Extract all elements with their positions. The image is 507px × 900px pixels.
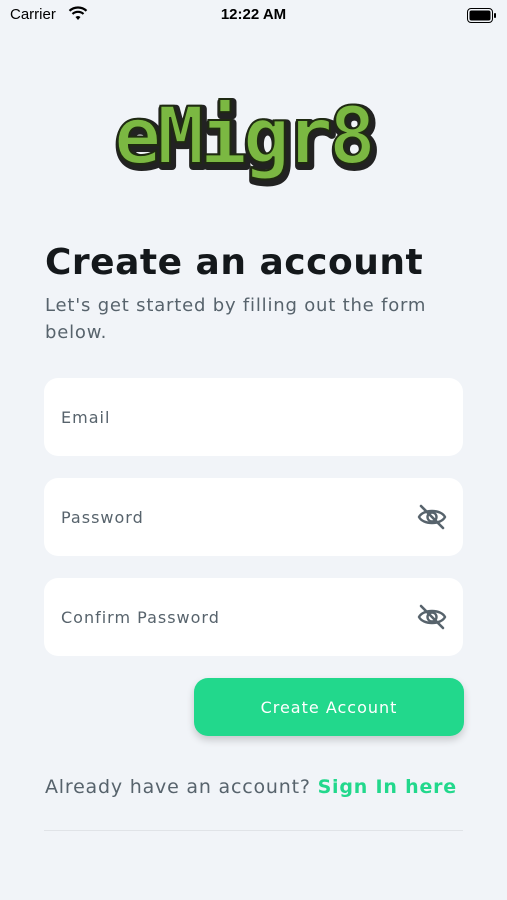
logo-wordmark-fill: eMigr8 [114, 92, 372, 182]
divider [44, 830, 463, 831]
app-logo: eMigr8 eMigr8 [95, 88, 395, 189]
page-title: Create an account [45, 242, 424, 283]
password-visibility-toggle-icon[interactable] [417, 503, 447, 531]
signin-prompt-row: Already have an account? Sign In here [45, 776, 485, 798]
page-subtitle: Let's get started by filling out the for… [45, 295, 427, 343]
confirm-password-visibility-toggle-icon[interactable] [417, 603, 447, 631]
create-account-button[interactable]: Create Account [194, 678, 464, 736]
email-input[interactable] [61, 378, 401, 456]
status-bar: Carrier 12:22 AM [0, 0, 507, 30]
clock: 12:22 AM [220, 6, 287, 23]
signin-prompt-text: Already have an account? [45, 776, 311, 798]
password-input[interactable] [61, 478, 401, 556]
email-field-container [44, 378, 463, 456]
confirm-password-field-container [44, 578, 463, 656]
battery-icon [467, 8, 497, 27]
confirm-password-input[interactable] [61, 578, 401, 656]
sign-in-link[interactable]: Sign In here [318, 776, 457, 798]
password-field-container [44, 478, 463, 556]
